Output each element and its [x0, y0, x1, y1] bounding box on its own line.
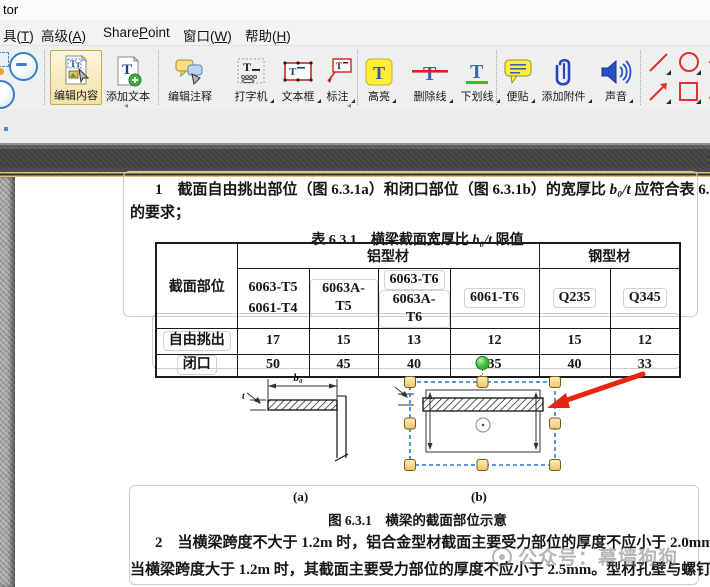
figure-a-section: b₀ t [242, 372, 348, 461]
partial-dot-icon [0, 68, 4, 75]
edit-comment-button[interactable]: 编辑注释 [163, 50, 217, 105]
toolbar-separator [44, 50, 45, 105]
add-text-icon: T [103, 54, 153, 90]
dock-tick [4, 127, 8, 131]
page-left-margin-shade [0, 177, 15, 587]
arrow-tool-button[interactable] [646, 79, 672, 105]
grade-cell: 6063-T56061-T4 [237, 268, 309, 328]
callout-button[interactable]: T 标注 [320, 50, 355, 105]
edit-comment-icon [163, 54, 217, 90]
minus-icon [16, 63, 27, 66]
edit-content-icon: Tт [51, 53, 101, 89]
zoom-button-partial[interactable] [0, 80, 15, 109]
sticky-note-icon [500, 54, 535, 90]
toolbar-separator [640, 50, 641, 105]
paragraph-1: 1 截面自由挑出部位（图 6.3.1a）和闭口部位（图 6.3.1b）的宽厚比 … [130, 179, 710, 224]
table-group-steel: 钢型材 [539, 243, 680, 268]
paperclip-icon [537, 54, 590, 90]
dim-t-label-a: t [242, 391, 245, 401]
document-top-shade [0, 143, 710, 172]
svg-text:Tт: Tт [70, 59, 81, 69]
watermark-logo-icon [492, 547, 512, 567]
toolbar: Tт 编辑内容 T 添加文本 [0, 45, 710, 111]
sticky-note-button[interactable]: 便贴 [500, 50, 535, 105]
menu-bar: 具(T) 高级(A) SharePoint 窗口(W) 帮助(H) [0, 20, 710, 45]
menu-sharepoint[interactable]: SharePoint [100, 23, 173, 42]
underline-button[interactable]: T 下划线 [459, 50, 495, 105]
rotate-handle[interactable] [476, 357, 489, 370]
rectangle-tool-button[interactable] [676, 79, 702, 105]
textbox-button[interactable]: T 文本框 [277, 50, 319, 105]
figure-b-section[interactable]: b₀ [395, 375, 543, 452]
svg-text:T: T [289, 66, 297, 78]
selection-rect-icon[interactable] [0, 52, 9, 67]
figure-a-label: (a) [293, 489, 308, 505]
circle-tool-button[interactable] [676, 50, 702, 76]
speaker-icon [597, 54, 635, 90]
strikeout-icon: T [401, 54, 459, 90]
drawing-tools-group [644, 50, 710, 106]
highlight-icon: T [361, 54, 397, 90]
document-page: 1 截面自由挑出部位（图 6.3.1a）和闭口部位（图 6.3.1b）的宽厚比 … [0, 177, 710, 587]
group-collapse-mark[interactable]: ◂ [124, 101, 128, 110]
math-b0t: b₀/t [610, 182, 631, 198]
toolbar-separator [496, 50, 497, 105]
edit-content-button[interactable]: Tт 编辑内容 [50, 50, 102, 105]
figure-6-3-1-drawings: b₀ t b₀ [230, 355, 660, 485]
sound-button[interactable]: 声音 [597, 50, 635, 105]
dim-b0-label-a: b₀ [293, 372, 303, 384]
highlight-button[interactable]: T 高亮 [361, 50, 397, 105]
figure-b-selection[interactable] [405, 357, 561, 471]
figure-b-label: (b) [471, 489, 487, 505]
textbox-icon: T [277, 54, 319, 90]
svg-text:T: T [423, 63, 437, 85]
grade-cell: 6063-T66063A-T6 [378, 268, 450, 328]
grade-cell: Q235 [539, 268, 610, 328]
pdf-editor-window: tor 具(T) 高级(A) SharePoint 窗口(W) 帮助(H) Tт [0, 0, 710, 587]
watermark: 公众号：幕墙狗狗 [492, 543, 678, 570]
polygon-tool-button-partial[interactable] [706, 50, 710, 76]
menu-help[interactable]: 帮助(H) [242, 23, 294, 47]
typewriter-button[interactable]: T 打字机 [227, 50, 275, 105]
window-title: tor [3, 2, 18, 17]
cloud-tool-button-partial[interactable] [706, 79, 710, 105]
grade-cell: Q345 [610, 268, 680, 328]
menu-advanced[interactable]: 高级(A) [38, 23, 89, 47]
grade-cell: 6061-T6 [450, 268, 539, 328]
grade-cell: 6063A-T5 [309, 268, 378, 328]
svg-text:T: T [470, 61, 484, 83]
callout-icon: T [320, 54, 355, 90]
add-text-button[interactable]: T 添加文本 [103, 50, 153, 105]
svg-text:T: T [243, 60, 251, 74]
table-group-aluminium: 铝型材 [237, 243, 539, 268]
line-tool-button[interactable] [646, 50, 672, 76]
typewriter-icon: T [227, 54, 275, 90]
toolbar-separator [158, 50, 159, 105]
toolbar-separator [357, 50, 358, 105]
table-corner-cell: 截面部位 [156, 243, 237, 328]
red-arrow-annotation[interactable] [547, 374, 643, 408]
toolbar-dock-strip [0, 110, 710, 143]
svg-text:T: T [336, 61, 342, 71]
figure-caption: 图 6.3.1 横梁的截面部位示意 [155, 509, 680, 529]
strikeout-button[interactable]: T 删除线 [401, 50, 459, 105]
zoom-out-button[interactable] [9, 52, 38, 81]
group-collapse-mark[interactable]: ◂ [347, 101, 351, 110]
attachment-button[interactable]: 添加附件 [537, 50, 590, 105]
svg-text:T: T [373, 63, 385, 83]
menu-tools[interactable]: 具(T) [0, 23, 37, 47]
title-bar: tor [0, 0, 710, 20]
underline-icon: T [459, 54, 495, 90]
table-row: 自由挑出 17 15 13 12 15 12 [156, 328, 680, 354]
menu-window[interactable]: 窗口(W) [180, 23, 235, 47]
